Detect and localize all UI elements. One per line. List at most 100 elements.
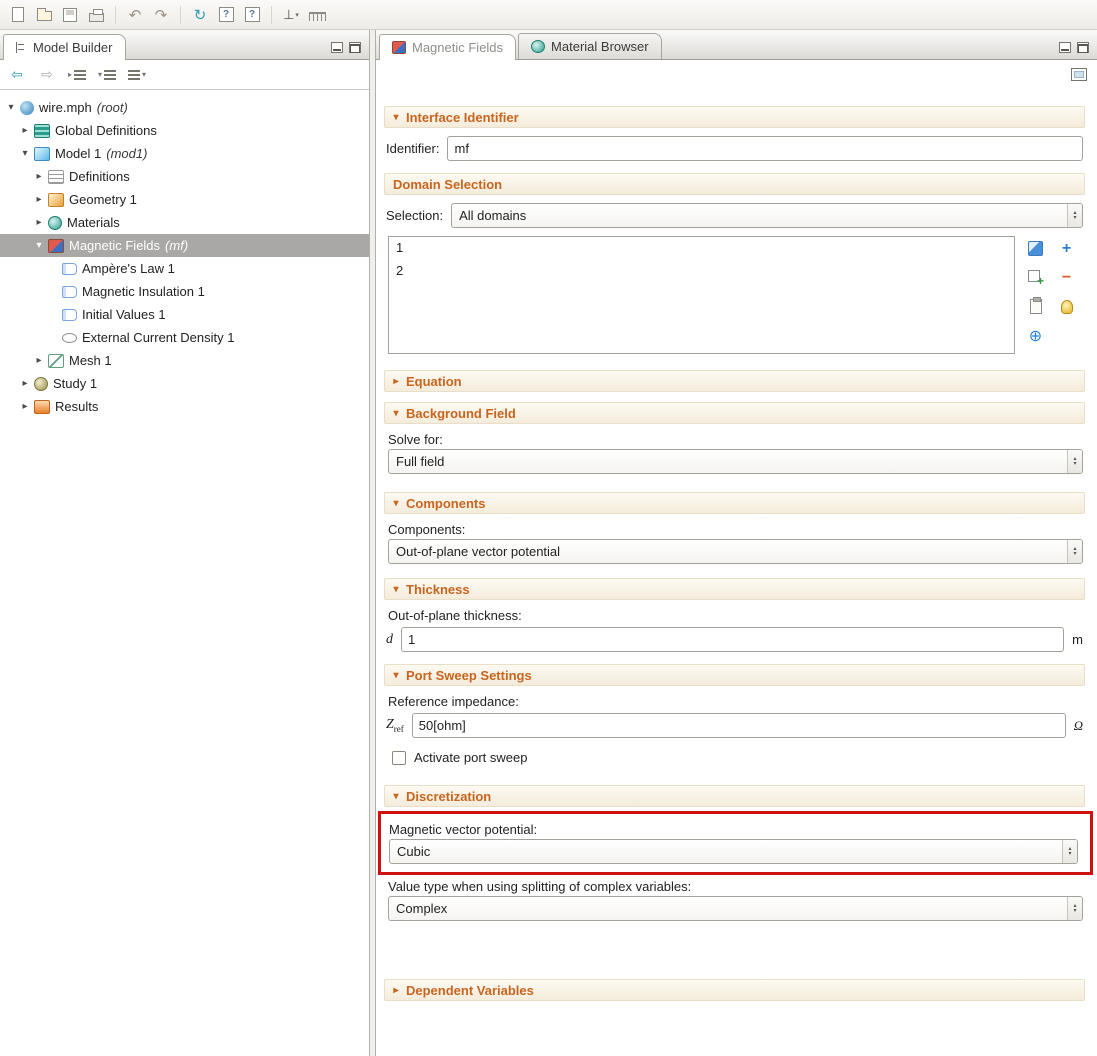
dropdown-arrow-icon: ▾ bbox=[295, 11, 299, 19]
units-icon[interactable] bbox=[305, 3, 329, 27]
redo-icon[interactable]: ↷ bbox=[149, 3, 173, 27]
tree-item-materials[interactable]: ▸ Materials bbox=[0, 211, 369, 234]
show-icon[interactable] bbox=[1071, 68, 1087, 81]
section-header-equation[interactable]: ▸ Equation bbox=[384, 370, 1085, 392]
activate-port-sweep-label: Activate port sweep bbox=[414, 750, 527, 765]
tree-item-root[interactable]: ▾ wire.mph (root) bbox=[0, 96, 369, 119]
activate-port-sweep-checkbox[interactable] bbox=[392, 751, 406, 765]
update-solution-icon[interactable]: ↻ bbox=[188, 3, 212, 27]
minimize-icon[interactable] bbox=[1059, 42, 1071, 53]
undo-icon[interactable]: ↶ bbox=[123, 3, 147, 27]
workspace: Model Builder ⇦ ⇨ ▸ ▾ ▾ ▾ wire.mph (root… bbox=[0, 30, 1097, 1056]
tree-item-amperes-law-1[interactable]: Ampère's Law 1 bbox=[0, 257, 369, 280]
tree-item-global-definitions[interactable]: ▸ Global Definitions bbox=[0, 119, 369, 142]
section-header-dependent-variables[interactable]: ▸ Dependent Variables bbox=[384, 979, 1085, 1001]
domain-listbox[interactable]: 1 2 bbox=[388, 236, 1015, 354]
tree-item-results[interactable]: ▸ Results bbox=[0, 395, 369, 418]
highlight-selection-icon[interactable] bbox=[1058, 298, 1075, 315]
material-browser-icon bbox=[531, 40, 545, 53]
create-selection-icon[interactable] bbox=[1027, 240, 1044, 257]
documentation-icon[interactable]: ? bbox=[240, 3, 264, 27]
add-to-selection-icon[interactable]: + bbox=[1058, 240, 1075, 257]
expander-icon[interactable]: ▸ bbox=[32, 194, 46, 205]
solve-for-label: Solve for: bbox=[388, 432, 1083, 447]
impedance-row: Zref Ω bbox=[386, 713, 1083, 738]
tree-item-suffix: (root) bbox=[97, 100, 128, 115]
tree-item-initial-values-1[interactable]: Initial Values 1 bbox=[0, 303, 369, 326]
expander-icon[interactable]: ▾ bbox=[18, 148, 32, 159]
magnetic-vector-potential-label: Magnetic vector potential: bbox=[389, 822, 1078, 837]
magnetic-vector-potential-dropdown[interactable]: Cubic ▴▾ bbox=[389, 839, 1078, 864]
back-icon[interactable]: ⇦ bbox=[6, 64, 28, 86]
expander-icon[interactable]: ▸ bbox=[32, 171, 46, 182]
copy-selection-icon[interactable] bbox=[1027, 269, 1044, 286]
spinner-icon: ▴▾ bbox=[1067, 540, 1082, 563]
print-icon[interactable] bbox=[84, 3, 108, 27]
selection-dropdown[interactable]: All domains ▴▾ bbox=[451, 203, 1083, 228]
open-file-icon[interactable] bbox=[32, 3, 56, 27]
tab-material-browser[interactable]: Material Browser bbox=[518, 33, 662, 59]
value-type-dropdown[interactable]: Complex ▴▾ bbox=[388, 896, 1083, 921]
model-builder-header: Model Builder bbox=[0, 30, 369, 60]
expander-icon[interactable]: ▾ bbox=[4, 102, 18, 113]
impedance-input[interactable] bbox=[412, 713, 1066, 738]
tree-item-magnetic-insulation-1[interactable]: Magnetic Insulation 1 bbox=[0, 280, 369, 303]
paste-selection-icon[interactable] bbox=[1027, 298, 1044, 315]
section-header-components[interactable]: ▾ Components bbox=[384, 492, 1085, 514]
save-icon[interactable] bbox=[58, 3, 82, 27]
domain-list-item[interactable]: 2 bbox=[389, 262, 1014, 285]
expander-icon[interactable]: ▾ bbox=[32, 240, 46, 251]
minimize-icon[interactable] bbox=[331, 42, 343, 53]
tree-item-definitions[interactable]: ▸ Definitions bbox=[0, 165, 369, 188]
tree-item-label: Geometry 1 bbox=[69, 192, 137, 207]
tree-item-mesh-1[interactable]: ▸ Mesh 1 bbox=[0, 349, 369, 372]
maximize-icon[interactable] bbox=[349, 42, 361, 53]
spinner-icon: ▴▾ bbox=[1062, 840, 1077, 863]
tree-item-label: Results bbox=[55, 399, 98, 414]
section-header-background-field[interactable]: ▾ Background Field bbox=[384, 402, 1085, 424]
collapse-all-icon[interactable]: ▸ bbox=[66, 64, 88, 86]
expander-icon[interactable]: ▸ bbox=[18, 401, 32, 412]
identifier-input[interactable] bbox=[447, 136, 1083, 161]
thickness-input[interactable] bbox=[401, 627, 1064, 652]
expander-icon[interactable]: ▸ bbox=[32, 217, 46, 228]
section-header-domain-selection[interactable]: Domain Selection bbox=[384, 173, 1085, 195]
measure-glyph: ⊥ bbox=[283, 7, 294, 23]
main-toolbar: ↶ ↷ ↻ ? ? ⊥ ▾ bbox=[0, 0, 1097, 30]
external-current-density-icon bbox=[62, 333, 77, 343]
tree-item-geometry-1[interactable]: ▸ Geometry 1 bbox=[0, 188, 369, 211]
mesh-icon bbox=[48, 354, 64, 368]
show-options-icon[interactable]: ▾ bbox=[126, 64, 148, 86]
identifier-label: Identifier: bbox=[386, 141, 439, 156]
model-tree: ▾ wire.mph (root) ▸ Global Definitions ▾… bbox=[0, 90, 369, 1056]
section-header-thickness[interactable]: ▾ Thickness bbox=[384, 578, 1085, 600]
tree-item-study-1[interactable]: ▸ Study 1 bbox=[0, 372, 369, 395]
section-header-discretization[interactable]: ▾ Discretization bbox=[384, 785, 1085, 807]
tree-item-label: Materials bbox=[67, 215, 120, 230]
measure-icon[interactable]: ⊥ ▾ bbox=[279, 3, 303, 27]
section-header-interface-identifier[interactable]: ▾ Interface Identifier bbox=[384, 106, 1085, 128]
expander-icon[interactable]: ▸ bbox=[18, 125, 32, 136]
maximize-icon[interactable] bbox=[1077, 42, 1089, 53]
remove-from-selection-icon[interactable]: − bbox=[1058, 269, 1075, 286]
collapse-arrow-icon: ▸ bbox=[391, 376, 401, 387]
zoom-to-selection-icon[interactable]: ⊕ bbox=[1027, 327, 1044, 344]
solve-for-dropdown[interactable]: Full field ▴▾ bbox=[388, 449, 1083, 474]
model-builder-tab[interactable]: Model Builder bbox=[3, 34, 126, 60]
expander-icon[interactable]: ▸ bbox=[18, 378, 32, 389]
settings-toolbar bbox=[376, 60, 1097, 88]
components-dropdown[interactable]: Out-of-plane vector potential ▴▾ bbox=[388, 539, 1083, 564]
tree-item-model-1[interactable]: ▾ Model 1 (mod1) bbox=[0, 142, 369, 165]
expander-icon[interactable]: ▸ bbox=[32, 355, 46, 366]
new-file-icon[interactable] bbox=[6, 3, 30, 27]
domain-list-item[interactable]: 1 bbox=[389, 239, 1014, 262]
forward-icon[interactable]: ⇨ bbox=[36, 64, 58, 86]
help-icon[interactable]: ? bbox=[214, 3, 238, 27]
tree-item-magnetic-fields[interactable]: ▾ Magnetic Fields (mf) bbox=[0, 234, 369, 257]
components-label: Components: bbox=[388, 522, 1083, 537]
tree-item-external-current-density-1[interactable]: External Current Density 1 bbox=[0, 326, 369, 349]
collapse-arrow-icon: ▾ bbox=[391, 791, 401, 802]
section-header-port-sweep[interactable]: ▾ Port Sweep Settings bbox=[384, 664, 1085, 686]
tab-magnetic-fields[interactable]: Magnetic Fields bbox=[379, 34, 516, 60]
expand-all-icon[interactable]: ▾ bbox=[96, 64, 118, 86]
